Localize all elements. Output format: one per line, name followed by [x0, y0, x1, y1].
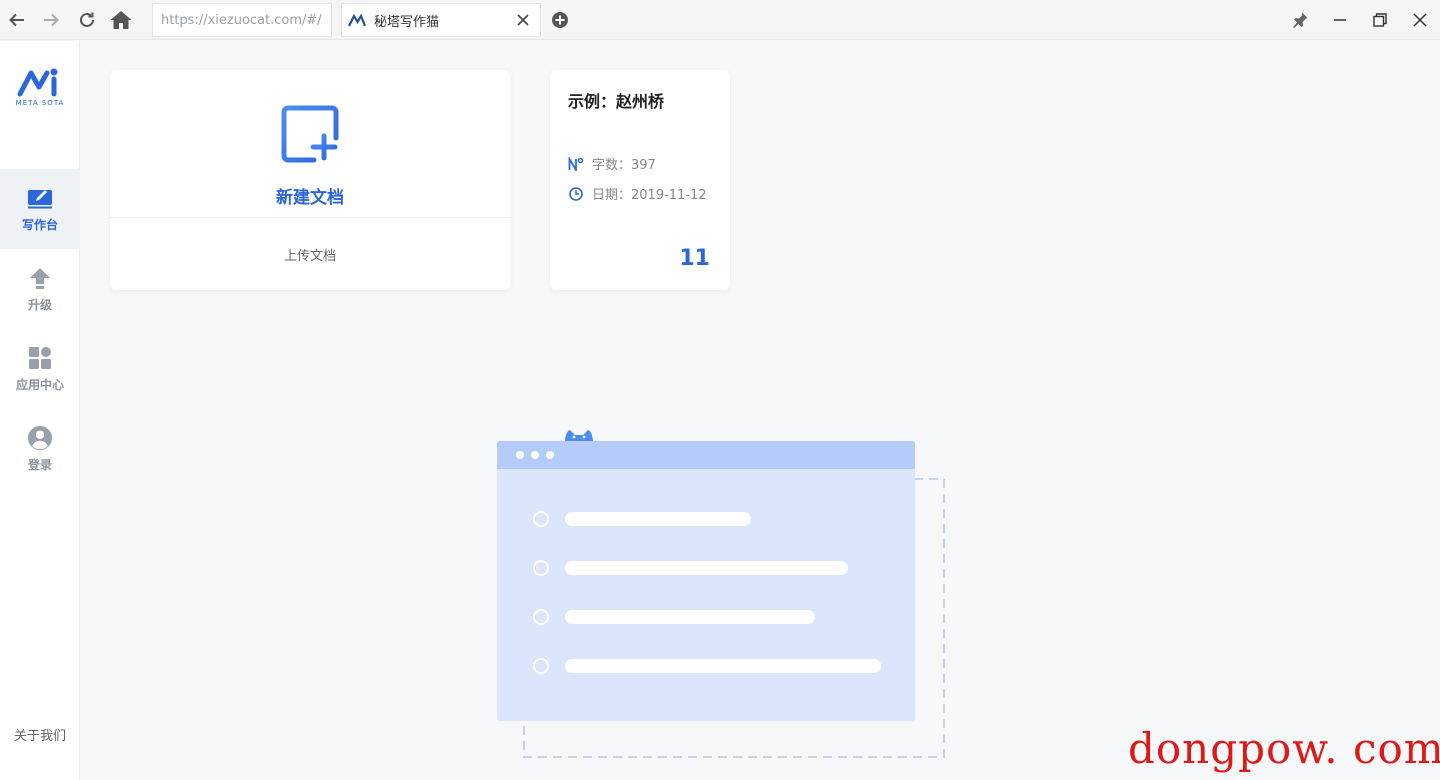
new-document-card: 新建文档 上传文档: [110, 70, 510, 290]
minimize-button[interactable]: [1326, 6, 1354, 34]
brand-logo[interactable]: META SOTA: [0, 67, 80, 107]
document-date: 日期：2019-11-12: [568, 184, 707, 203]
window-body: [497, 441, 915, 721]
address-bar[interactable]: https://xiezuocat.com/#/: [152, 3, 332, 37]
word-count: 字数：397: [568, 154, 656, 173]
window-header: [497, 441, 915, 469]
back-button[interactable]: [3, 6, 31, 34]
sidebar-item-label: 写作台: [21, 218, 58, 232]
close-window-icon: [1413, 13, 1427, 27]
number-sign-icon: [568, 156, 584, 172]
forward-arrow-icon: [44, 13, 59, 27]
browser-tab[interactable]: 秘塔写作猫: [341, 3, 541, 37]
reload-icon: [80, 12, 94, 27]
empty-state-illustration: [497, 430, 945, 758]
close-icon: [517, 14, 529, 26]
restore-icon: [1373, 13, 1387, 27]
reload-button[interactable]: [73, 6, 101, 34]
word-count-label: 字数：397: [592, 158, 656, 173]
sidebar-item-upgrade[interactable]: 升级: [0, 249, 80, 329]
clock-icon: [568, 186, 584, 202]
upgrade-arrow-icon: [27, 265, 53, 291]
tab-title: 秘塔写作猫: [374, 14, 440, 30]
sidebar: META SOTA 写作台 升级 应用中心 登录 关于我们: [0, 41, 80, 780]
browser-toolbar: https://xiezuocat.com/#/ 秘塔写作猫: [0, 0, 1440, 40]
new-document-icon: [281, 105, 339, 163]
sidebar-item-label: 升级: [27, 298, 52, 312]
pin-icon: [1293, 12, 1308, 28]
sidebar-item-label: 应用中心: [15, 378, 64, 392]
apps-grid-icon: [27, 345, 53, 371]
about-us-link[interactable]: 关于我们: [0, 725, 80, 744]
document-count: 11: [679, 246, 710, 271]
document-card[interactable]: 示例：赵州桥 字数：397 日期：2019-11-12 11: [550, 70, 730, 290]
document-title: 示例：赵州桥: [568, 92, 665, 111]
new-document-label: 新建文档: [276, 188, 344, 208]
pin-button[interactable]: [1286, 6, 1314, 34]
close-window-button[interactable]: [1406, 6, 1434, 34]
sidebar-item-login[interactable]: 登录: [0, 409, 80, 489]
edit-icon: [27, 185, 53, 211]
new-document-button[interactable]: 新建文档: [110, 70, 510, 218]
home-button[interactable]: [107, 6, 135, 34]
sidebar-item-label: 登录: [27, 458, 52, 472]
sidebar-item-writing-desk[interactable]: 写作台: [0, 169, 80, 249]
forward-button[interactable]: [37, 6, 65, 34]
tab-close-button[interactable]: [514, 11, 532, 29]
home-icon: [110, 11, 132, 29]
back-arrow-icon: [9, 13, 24, 27]
minimize-icon: [1334, 19, 1346, 21]
cat-ears-icon: [565, 430, 593, 442]
user-avatar-icon: [27, 425, 53, 451]
tab-logo-icon: [348, 13, 366, 27]
brand-text: META SOTA: [15, 99, 65, 107]
meta-sota-logo-icon: [17, 68, 58, 97]
new-tab-icon[interactable]: [550, 10, 570, 30]
watermark: dongpow. com: [1128, 724, 1440, 773]
sidebar-item-app-center[interactable]: 应用中心: [0, 329, 80, 409]
restore-button[interactable]: [1366, 6, 1394, 34]
upload-document-button[interactable]: 上传文档: [110, 218, 510, 290]
date-label: 日期：2019-11-12: [592, 188, 707, 203]
